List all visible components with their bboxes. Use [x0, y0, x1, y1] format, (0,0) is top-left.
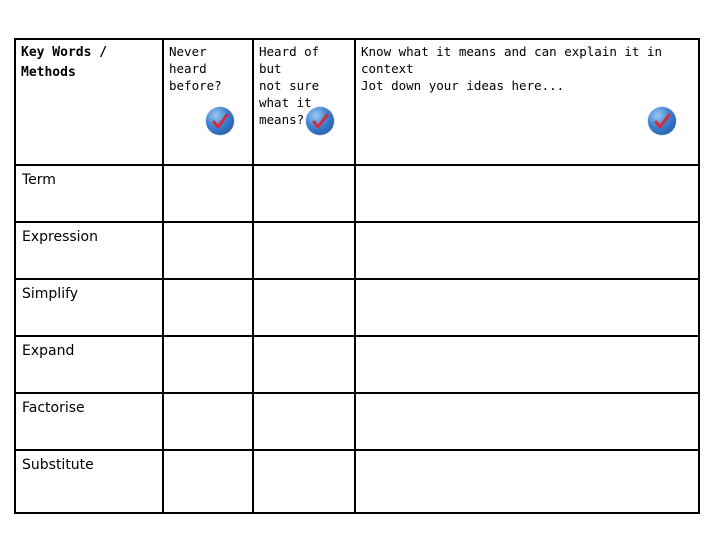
check-mark-icon [306, 107, 334, 135]
header-key-words: Key Words / Methods [14, 38, 164, 166]
never-heard-cell[interactable] [162, 392, 254, 451]
table-row: Simplify [14, 278, 700, 337]
term-cell: Simplify [14, 278, 164, 337]
heard-not-sure-cell[interactable] [252, 164, 356, 223]
ideas-cell[interactable] [354, 392, 700, 451]
table-row: Expression [14, 221, 700, 280]
heard-not-sure-cell[interactable] [252, 449, 356, 514]
term-label: Factorise [22, 400, 85, 416]
heard-not-sure-cell[interactable] [252, 392, 356, 451]
ideas-cell[interactable] [354, 335, 700, 394]
term-cell: Expression [14, 221, 164, 280]
heard-not-sure-cell[interactable] [252, 335, 356, 394]
header-know-explain: Know what it means and can explain it in… [354, 38, 700, 166]
term-cell: Term [14, 164, 164, 223]
key-words-table: Key Words / Methods Never heard before? … [14, 38, 700, 514]
term-cell: Substitute [14, 449, 164, 514]
header-know-explain-label: Know what it means and can explain it in… [361, 44, 663, 93]
term-label: Term [22, 172, 56, 188]
term-label: Simplify [22, 286, 79, 302]
term-label: Expression [22, 229, 98, 245]
header-never-heard-label: Never heard before? [169, 44, 222, 93]
header-never-heard: Never heard before? [162, 38, 254, 166]
heard-not-sure-cell[interactable] [252, 278, 356, 337]
never-heard-cell[interactable] [162, 335, 254, 394]
table-row: Substitute [14, 449, 700, 514]
check-mark-icon [206, 107, 234, 135]
ideas-cell[interactable] [354, 278, 700, 337]
check-mark-icon [648, 107, 676, 135]
header-heard-not-sure: Heard of but not sure what it means? [252, 38, 356, 166]
term-label: Expand [22, 343, 75, 359]
ideas-cell[interactable] [354, 164, 700, 223]
table-row: Factorise [14, 392, 700, 451]
table-row: Expand [14, 335, 700, 394]
term-cell: Factorise [14, 392, 164, 451]
never-heard-cell[interactable] [162, 221, 254, 280]
ideas-cell[interactable] [354, 449, 700, 514]
header-row: Key Words / Methods Never heard before? … [14, 38, 700, 166]
never-heard-cell[interactable] [162, 164, 254, 223]
term-label: Substitute [22, 457, 94, 473]
table-row: Term [14, 164, 700, 223]
heard-not-sure-cell[interactable] [252, 221, 356, 280]
ideas-cell[interactable] [354, 221, 700, 280]
header-heard-not-sure-label: Heard of but not sure what it means? [259, 44, 320, 127]
never-heard-cell[interactable] [162, 278, 254, 337]
header-key-words-label: Key Words / Methods [21, 45, 108, 80]
never-heard-cell[interactable] [162, 449, 254, 514]
term-cell: Expand [14, 335, 164, 394]
